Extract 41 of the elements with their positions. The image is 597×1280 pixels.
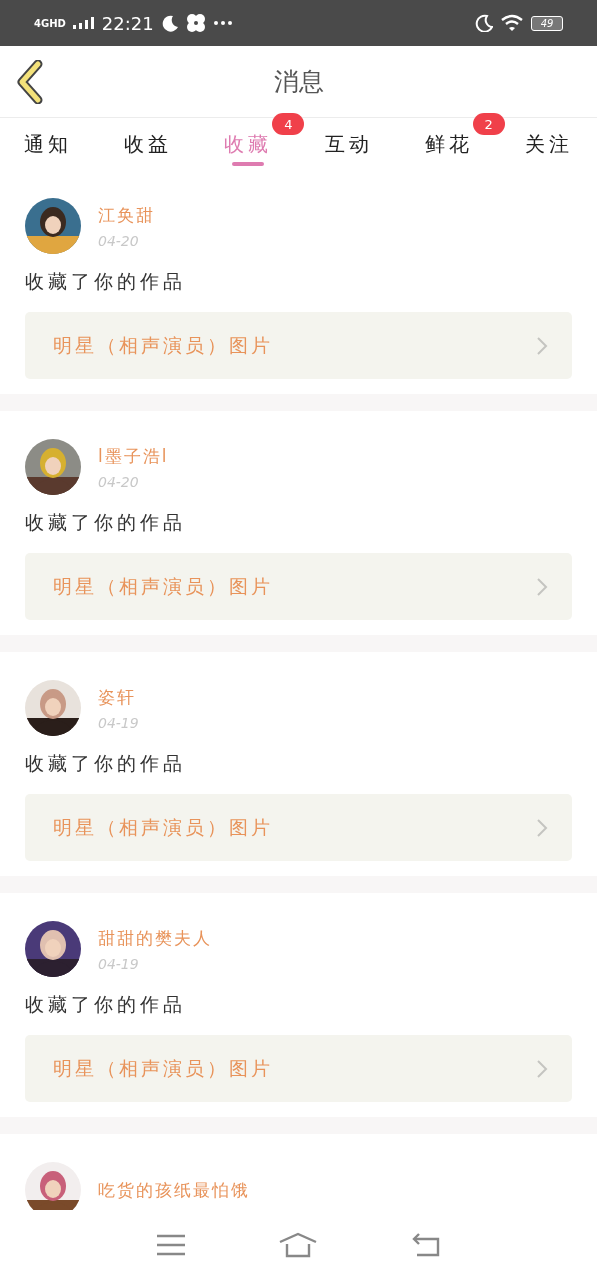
tab[interactable]: 通知 [6,118,90,170]
battery-level: 49 [540,17,554,29]
user-name[interactable]: 姿轩 [98,685,139,709]
back-icon[interactable] [410,1233,441,1257]
message-text: 收藏了你的作品 [25,510,187,535]
tab-indicator [232,162,265,166]
tab[interactable]: 关注 [506,118,591,170]
page-title: 消息 [273,66,324,98]
chevron-right-icon [536,817,548,838]
message-text: 收藏了你的作品 [25,992,187,1017]
work-link[interactable]: 明星（相声演员）图片 [25,1035,572,1102]
chevron-right-icon [536,335,548,356]
work-link[interactable]: 明星（相声演员）图片 [25,794,572,861]
fan-icon [185,13,206,33]
work-title: 明星（相声演员）图片 [53,814,273,840]
network-label: 4GHD [34,17,66,29]
user-name[interactable]: l墨子浩l [98,444,169,468]
tab[interactable]: 互动 [306,118,391,170]
work-title: 明星（相声演员）图片 [53,573,273,599]
user-name[interactable]: 甜甜的樊夫人 [98,926,212,950]
tab[interactable]: 收益 [106,118,191,170]
user-name[interactable]: 江奂甜 [98,203,155,227]
moon-icon [475,14,493,32]
work-link[interactable]: 明星（相声演员）图片 [25,553,572,620]
work-title: 明星（相声演员）图片 [53,1055,273,1081]
home-icon[interactable] [277,1232,318,1258]
chevron-right-icon [536,576,548,597]
work-link[interactable]: 明星（相声演员）图片 [25,312,572,379]
more-icon [212,20,233,26]
count-badge: 4 [272,113,305,135]
moon-icon [160,14,179,32]
menu-icon[interactable] [156,1234,185,1256]
message-text: 收藏了你的作品 [25,269,187,294]
clock-time: 22:21 [101,12,154,34]
wifi-icon [500,14,524,32]
count-badge: 2 [472,113,505,135]
work-title: 明星（相声演员）图片 [53,332,273,358]
signal-icon [72,17,95,29]
chevron-right-icon [536,1058,548,1079]
user-name[interactable]: 吃货的孩纸最怕饿 [98,1178,250,1202]
message-text: 收藏了你的作品 [25,751,187,776]
